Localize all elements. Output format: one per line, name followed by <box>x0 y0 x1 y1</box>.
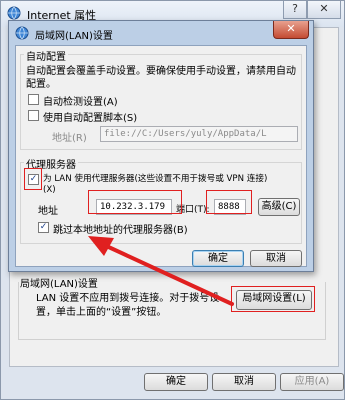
dialog-body: 自动配置 自动配置会覆盖手动设置。要确保使用手动设置，请禁用自动 配置。 自动检… <box>15 45 307 267</box>
script-address-label: 地址(R) <box>52 133 87 144</box>
dialog-title: 局域网(LAN)设置 <box>35 31 113 42</box>
auto-config-description: 自动配置会覆盖手动设置。要确保使用手动设置，请禁用自动 <box>26 66 296 77</box>
dialog-title-bar: 局域网(LAN)设置 ✕ <box>9 21 313 45</box>
use-script-checkbox[interactable] <box>28 110 39 121</box>
dialog-close-button[interactable]: ✕ <box>273 21 309 39</box>
use-proxy-checkbox-highlight <box>24 168 42 190</box>
auto-detect-checkbox[interactable] <box>28 94 39 105</box>
auto-detect-label[interactable]: 自动检测设置(A) <box>43 93 118 108</box>
proxy-address-label: 地址 <box>38 206 58 217</box>
dialog-ok-button[interactable]: 确定 <box>192 250 244 267</box>
outer-close-button[interactable]: ✕ <box>307 1 341 19</box>
globe-icon <box>15 26 29 40</box>
lan-settings-dialog: 局域网(LAN)设置 ✕ 自动配置 自动配置会覆盖手动设置。要确保使用手动设置，… <box>8 20 314 272</box>
lan-settings-highlight <box>231 286 315 312</box>
bypass-local-checkbox[interactable] <box>38 222 49 233</box>
proxy-address-highlight <box>88 190 182 214</box>
outer-apply-button[interactable]: 应用(A) <box>280 373 344 391</box>
dialog-cancel-button[interactable]: 取消 <box>250 250 302 267</box>
bypass-local-label[interactable]: 跳过本地地址的代理服务器(B) <box>53 221 188 236</box>
use-proxy-label-cont[interactable]: (X) <box>43 185 56 195</box>
use-script-label[interactable]: 使用自动配置脚本(S) <box>43 109 137 124</box>
auto-config-group-label: 自动配置 <box>24 48 68 63</box>
use-proxy-label[interactable]: 为 LAN 使用代理服务器(这些设置不用于拨号或 VPN 连接) <box>43 172 267 184</box>
outer-ok-button[interactable]: 确定 <box>144 373 208 391</box>
script-address-field[interactable]: file://C:/Users/yuly/AppData/L <box>100 126 298 142</box>
proxy-port-highlight <box>206 190 252 214</box>
globe-icon <box>7 6 21 20</box>
outer-cancel-button[interactable]: 取消 <box>212 373 276 391</box>
lan-description: LAN 设置不应用到拨号连接。对于拨号设置，单击上面的“设置”按钮。 <box>36 293 220 318</box>
help-button[interactable]: ? <box>283 1 307 19</box>
auto-config-description-cont: 配置。 <box>26 79 56 90</box>
advanced-button[interactable]: 高级(C) <box>258 198 300 216</box>
